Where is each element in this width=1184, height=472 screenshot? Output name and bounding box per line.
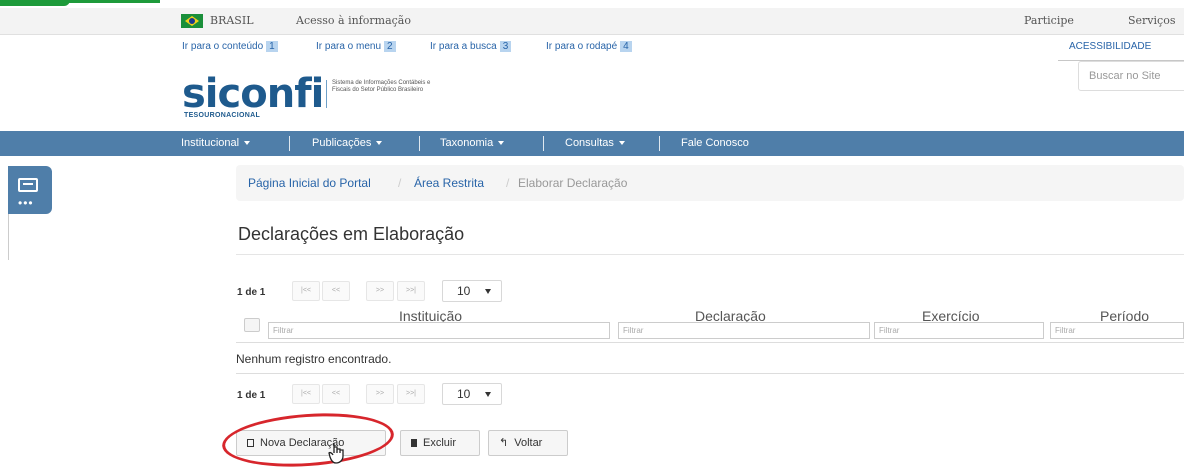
select-all-checkbox[interactable] [244, 318, 260, 332]
chevron-down-icon [485, 289, 491, 294]
reply-arrow-icon: ↰ [499, 437, 509, 449]
skip-link-content[interactable]: Ir para o conteúdo 1 [182, 41, 278, 52]
filter-input-periodo[interactable]: Filtrar [1050, 322, 1184, 339]
nav-publicacoes[interactable]: Publicações [312, 131, 383, 156]
breadcrumb-current: Elaborar Declaração [518, 176, 628, 190]
rows-per-page-select[interactable]: 10 [442, 280, 502, 302]
hand-cursor-icon [328, 443, 344, 464]
table-divider [236, 373, 1184, 374]
breadcrumb-separator: / [398, 176, 402, 190]
caret-down-icon [244, 141, 251, 146]
nav-fale-conosco[interactable]: Fale Conosco [681, 131, 749, 156]
accessibility-link[interactable]: ACESSIBILIDADE [1069, 41, 1151, 52]
side-panel-edge [0, 214, 9, 260]
nav-separator [419, 136, 420, 151]
skip-link-footer[interactable]: Ir para o rodapé 4 [546, 41, 632, 52]
trash-icon [411, 439, 417, 447]
skip-link-search[interactable]: Ir para a busca 3 [430, 41, 512, 52]
filter-input-exercicio[interactable]: Filtrar [874, 322, 1044, 339]
prev-page-button[interactable]: << [322, 281, 350, 301]
gov-bar [0, 8, 1184, 35]
gov-info-link[interactable]: Acesso à informação [296, 14, 411, 27]
highlight-circle-annotation [220, 408, 396, 472]
tesouro-nacional-brand: TESOURONACIONAL [184, 112, 261, 119]
page-title: Declarações em Elaboração [238, 224, 465, 244]
top-accent [0, 0, 1184, 8]
title-divider [236, 254, 1184, 255]
filter-input-instituicao[interactable]: Filtrar [268, 322, 610, 339]
filter-input-declaracao[interactable]: Filtrar [618, 322, 870, 339]
brazil-flag-icon [181, 14, 203, 28]
paginator-status: 1 de 1 [237, 287, 266, 298]
first-page-button[interactable]: |<< [292, 384, 320, 404]
search-input[interactable]: Buscar no Site [1078, 61, 1184, 91]
nav-separator [289, 136, 290, 151]
next-page-button[interactable]: >> [366, 281, 394, 301]
next-page-button[interactable]: >> [366, 384, 394, 404]
delete-button[interactable]: Excluir [400, 430, 480, 456]
logo-divider [326, 80, 327, 108]
nav-taxonomia[interactable]: Taxonomia [440, 131, 505, 156]
screen-icon [18, 178, 38, 192]
paginator-status: 1 de 1 [237, 390, 266, 401]
breadcrumb-restricted[interactable]: Área Restrita [414, 176, 484, 190]
chevron-down-icon [485, 392, 491, 397]
breadcrumb-home[interactable]: Página Inicial do Portal [248, 176, 371, 190]
nav-institucional[interactable]: Institucional [181, 131, 251, 156]
caret-down-icon [498, 141, 505, 146]
rows-per-page-select[interactable]: 10 [442, 383, 502, 405]
skip-link-menu[interactable]: Ir para o menu 2 [316, 41, 396, 52]
nav-separator [659, 136, 660, 151]
nav-consultas[interactable]: Consultas [565, 131, 625, 156]
breadcrumb-separator: / [506, 176, 510, 190]
back-button[interactable]: ↰ Voltar [488, 430, 568, 456]
siconfi-logo[interactable]: siconfi [182, 74, 324, 114]
nav-separator [543, 136, 544, 151]
gov-participe-link[interactable]: Participe [1024, 14, 1074, 27]
last-page-button[interactable]: >>| [397, 384, 425, 404]
side-widget-button[interactable]: ••• [8, 166, 52, 214]
prev-page-button[interactable]: << [322, 384, 350, 404]
empty-message: Nenhum registro encontrado. [236, 352, 392, 366]
caret-down-icon [618, 141, 625, 146]
more-icon: ••• [18, 196, 34, 210]
gov-servicos-link[interactable]: Serviços [1128, 14, 1175, 27]
first-page-button[interactable]: |<< [292, 281, 320, 301]
breadcrumb [236, 165, 1184, 201]
last-page-button[interactable]: >>| [397, 281, 425, 301]
logo-subtitle: Sistema de Informações Contábeis e Fisca… [332, 80, 431, 93]
gov-country-link[interactable]: BRASIL [210, 14, 254, 27]
table-divider [236, 342, 1184, 343]
caret-down-icon [376, 141, 383, 146]
